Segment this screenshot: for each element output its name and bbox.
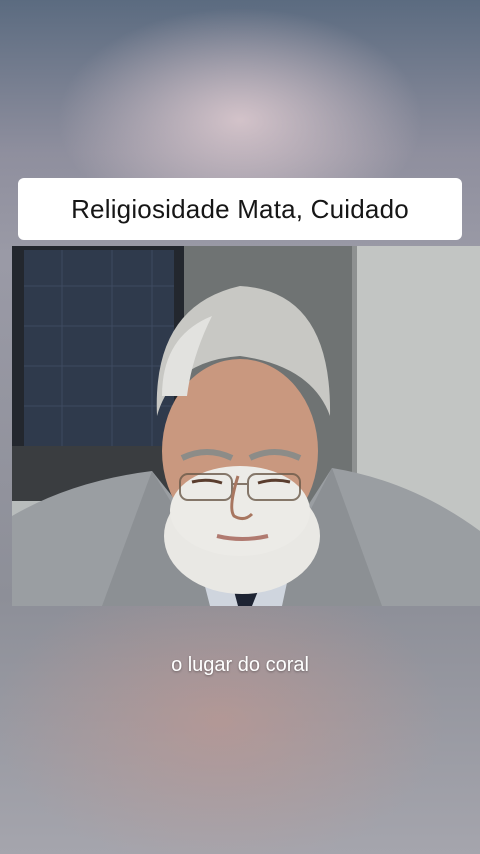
title-text: Religiosidade Mata, Cuidado [71,193,409,224]
caption-text: o lugar do coral [171,654,309,676]
title-banner: Religiosidade Mata, Cuidado [18,178,462,240]
speaker-photo [12,246,480,606]
video-frame[interactable] [12,246,480,606]
